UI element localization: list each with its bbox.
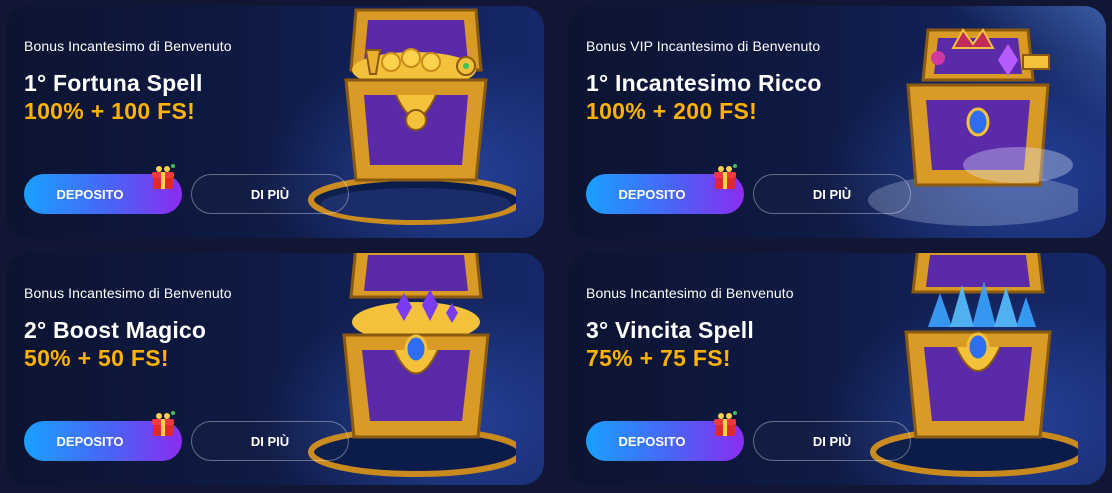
more-info-button[interactable]: DI PIÙ bbox=[753, 174, 911, 214]
more-info-button[interactable]: DI PIÙ bbox=[753, 421, 911, 461]
bonus-card-1: Bonus Incantesimo di Benvenuto 1° Fortun… bbox=[6, 6, 544, 238]
bonus-title: 1° Incantesimo Ricco bbox=[586, 70, 822, 96]
bonus-subtitle: Bonus Incantesimo di Benvenuto bbox=[24, 38, 232, 54]
gift-icon bbox=[152, 411, 175, 436]
more-info-button[interactable]: DI PIÙ bbox=[191, 421, 349, 461]
gift-icon bbox=[152, 164, 175, 189]
bonus-card-3: Bonus Incantesimo di Benvenuto 2° Boost … bbox=[6, 253, 544, 485]
bonus-grid: Bonus Incantesimo di Benvenuto 1° Fortun… bbox=[0, 0, 1112, 493]
gift-icon bbox=[714, 164, 737, 189]
bonus-offer: 75% + 75 FS! bbox=[586, 345, 731, 371]
bonus-card-2: Bonus VIP Incantesimo di Benvenuto 1° In… bbox=[568, 6, 1106, 238]
more-info-button[interactable]: DI PIÙ bbox=[191, 174, 349, 214]
bonus-subtitle: Bonus VIP Incantesimo di Benvenuto bbox=[586, 38, 821, 54]
bonus-title: 3° Vincita Spell bbox=[586, 317, 754, 343]
bonus-offer: 100% + 200 FS! bbox=[586, 98, 758, 124]
bonus-title: 2° Boost Magico bbox=[24, 317, 207, 343]
bonus-subtitle: Bonus Incantesimo di Benvenuto bbox=[586, 285, 794, 301]
bonus-offer: 100% + 100 FS! bbox=[24, 98, 196, 124]
gift-icon bbox=[714, 411, 737, 436]
bonus-card-4: Bonus Incantesimo di Benvenuto 3° Vincit… bbox=[568, 253, 1106, 485]
bonus-subtitle: Bonus Incantesimo di Benvenuto bbox=[24, 285, 232, 301]
bonus-title: 1° Fortuna Spell bbox=[24, 70, 203, 96]
bonus-offer: 50% + 50 FS! bbox=[24, 345, 169, 371]
